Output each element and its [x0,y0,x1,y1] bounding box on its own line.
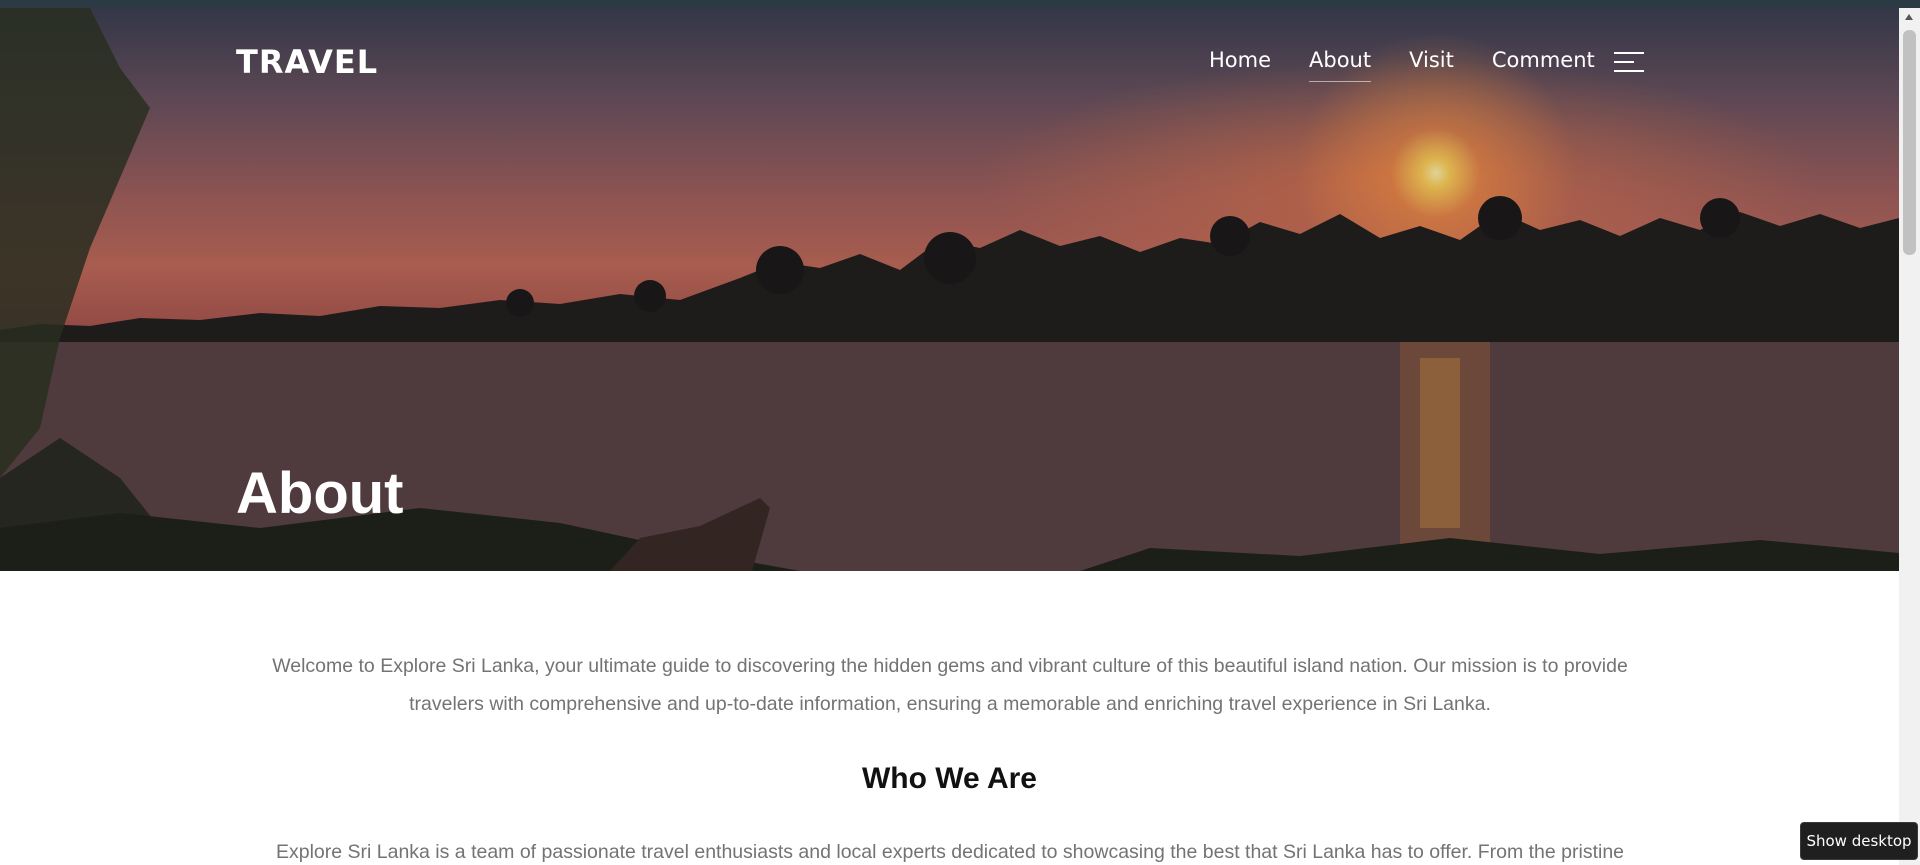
who-we-are-heading: Who We Are [861,762,1037,795]
show-desktop-tooltip: Show desktop [1800,822,1918,860]
nav-comment[interactable]: Comment [1492,48,1595,82]
scroll-thumb[interactable] [1903,30,1916,255]
hamburger-menu-icon[interactable] [1614,50,1644,74]
who-we-are-paragraph: Explore Sri Lanka is a team of passionat… [275,841,1625,863]
site-logo[interactable]: TRAVEL [236,43,378,81]
page-title: About [236,461,404,526]
browser-top-strip [0,0,1920,8]
scroll-up-arrow-icon[interactable] [1905,14,1913,20]
nav-visit[interactable]: Visit [1409,48,1454,82]
intro-paragraph: Welcome to Explore Sri Lanka, your ultim… [272,655,1628,715]
nav-home[interactable]: Home [1209,48,1271,82]
nav-about[interactable]: About [1309,48,1372,82]
main-navigation: Home About Visit Comment [1209,48,1633,82]
vertical-scrollbar[interactable] [1899,8,1920,865]
hero-banner: TRAVEL Home About Visit Comment About [0,8,1899,571]
page-viewport: TRAVEL Home About Visit Comment About We… [0,8,1899,865]
